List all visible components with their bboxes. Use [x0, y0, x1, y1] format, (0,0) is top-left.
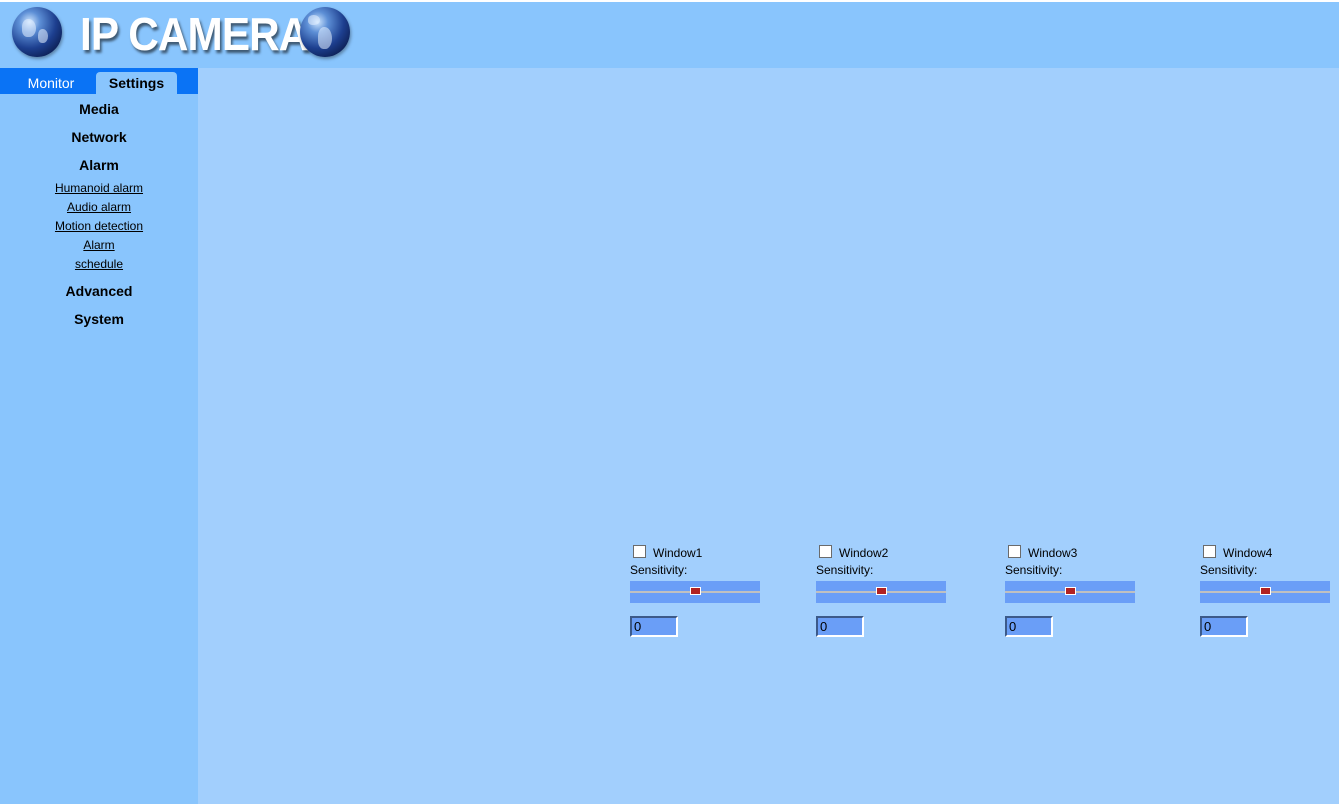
window4-sensitivity-slider[interactable] — [1200, 581, 1330, 603]
slider-thumb[interactable] — [690, 587, 701, 595]
window2-sensitivity-value[interactable]: 0 — [816, 616, 864, 637]
tab-settings[interactable]: Settings — [96, 72, 177, 94]
sidebar: Monitor Settings Media Network Alarm Hum… — [0, 68, 198, 804]
header-bar: IP CAMERA — [0, 0, 1339, 68]
sensitivity-label: Sensitivity: — [1005, 563, 1063, 577]
window1-sensitivity-value[interactable]: 0 — [630, 616, 678, 637]
submenu-schedule[interactable]: schedule — [0, 255, 198, 274]
menu-advanced[interactable]: Advanced — [0, 277, 198, 305]
menu-alarm[interactable]: Alarm — [0, 151, 198, 179]
window2-label: Window2 — [839, 546, 889, 560]
submenu-audio-alarm[interactable]: Audio alarm — [0, 198, 198, 217]
menu-system[interactable]: System — [0, 305, 198, 333]
slider-thumb[interactable] — [1260, 587, 1271, 595]
window1-checkbox[interactable] — [633, 545, 646, 558]
window3-label: Window3 — [1028, 546, 1078, 560]
window4-label: Window4 — [1223, 546, 1273, 560]
globe-icon — [12, 7, 62, 57]
submenu-humanoid-alarm[interactable]: Humanoid alarm — [0, 179, 198, 198]
slider-thumb[interactable] — [1065, 587, 1076, 595]
tab-bar: Monitor Settings — [0, 68, 198, 94]
window3-sensitivity-value[interactable]: 0 — [1005, 616, 1053, 637]
menu-media[interactable]: Media — [0, 95, 198, 123]
window3-sensitivity-slider[interactable] — [1005, 581, 1135, 603]
window4-sensitivity-value[interactable]: 0 — [1200, 616, 1248, 637]
sensitivity-label: Sensitivity: — [630, 563, 688, 577]
globe-icon — [300, 7, 350, 57]
tab-monitor[interactable]: Monitor — [6, 72, 96, 94]
window3-checkbox[interactable] — [1008, 545, 1021, 558]
slider-thumb[interactable] — [876, 587, 887, 595]
sensitivity-label: Sensitivity: — [1200, 563, 1258, 577]
submenu-motion-detection[interactable]: Motion detection — [0, 217, 198, 236]
menu-network[interactable]: Network — [0, 123, 198, 151]
window1-sensitivity-slider[interactable] — [630, 581, 760, 603]
window2-sensitivity-slider[interactable] — [816, 581, 946, 603]
brand-title: IP CAMERA — [80, 8, 309, 60]
sensitivity-label: Sensitivity: — [816, 563, 874, 577]
window4-checkbox[interactable] — [1203, 545, 1216, 558]
window1-label: Window1 — [653, 546, 703, 560]
window2-checkbox[interactable] — [819, 545, 832, 558]
submenu-alarm[interactable]: Alarm — [0, 236, 198, 255]
